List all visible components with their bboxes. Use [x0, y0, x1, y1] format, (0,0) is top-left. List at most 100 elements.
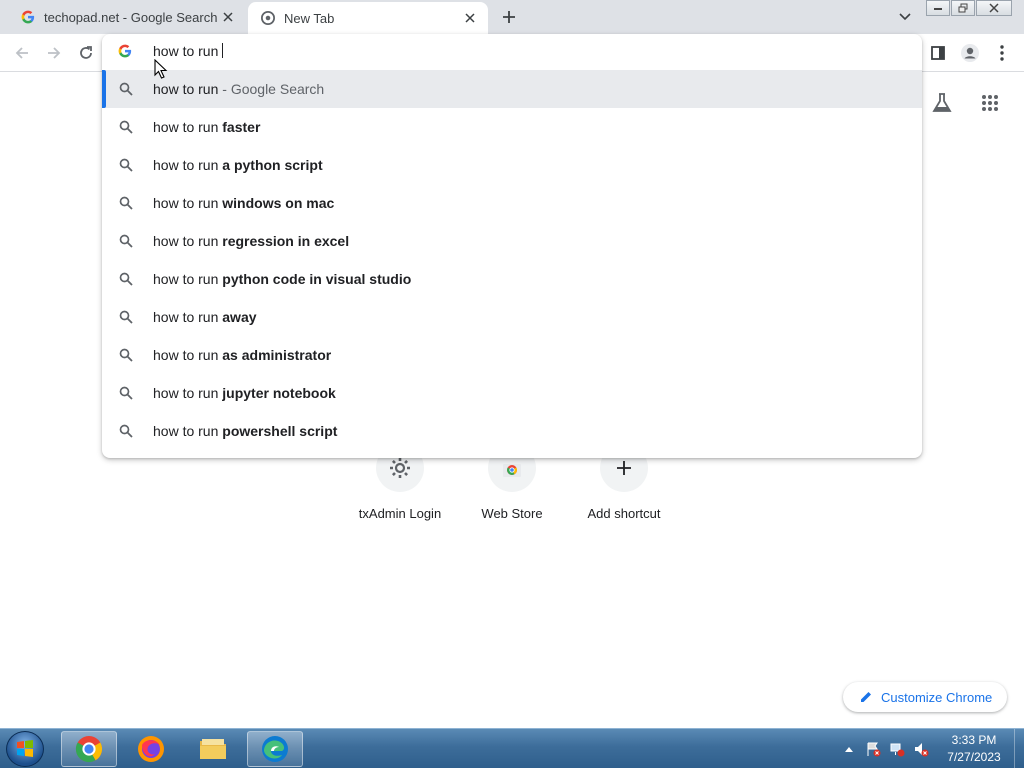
customize-label: Customize Chrome: [881, 689, 993, 705]
side-panel-icon[interactable]: [926, 41, 950, 65]
taskbar-chrome[interactable]: [61, 731, 117, 767]
windows-taskbar: 3:33 PM 7/27/2023: [0, 728, 1024, 768]
chrome-icon: [75, 736, 103, 763]
suggestion-prefix: how to run: [153, 385, 223, 401]
show-hidden-icons-icon[interactable]: [840, 740, 858, 758]
search-icon: [119, 310, 133, 324]
search-icon: [119, 234, 133, 248]
forward-button[interactable]: [42, 41, 66, 65]
chrome-icon: [260, 10, 276, 26]
suggestion-prefix: how to run: [153, 309, 223, 325]
suggestion-item[interactable]: how to run faster: [102, 108, 922, 146]
firefox-icon: [138, 736, 164, 762]
suggestion-prefix: how to run: [153, 81, 219, 97]
omnibox-dropdown: how to run how to run - Google Search how…: [102, 34, 922, 458]
suggestion-prefix: how to run: [153, 423, 223, 439]
suggestion-text: how to run away: [153, 309, 257, 325]
suggestion-item[interactable]: how to run - Google Search: [102, 70, 922, 108]
back-button[interactable]: [10, 41, 34, 65]
omnibox-text: how to run: [153, 43, 224, 59]
customize-chrome-button[interactable]: Customize Chrome: [843, 682, 1007, 712]
suggestion-item[interactable]: how to run regression in excel: [102, 222, 922, 260]
suggestion-text: how to run python code in visual studio: [153, 271, 411, 287]
menu-kebab-icon[interactable]: [990, 41, 1014, 65]
suggestion-list: how to run - Google Search how to run fas…: [102, 70, 922, 450]
suggestion-item[interactable]: how to run jupyter notebook: [102, 374, 922, 412]
minimize-button[interactable]: [926, 0, 950, 16]
show-desktop-button[interactable]: [1014, 729, 1024, 768]
text-caret: [222, 43, 224, 58]
shortcut-label: Web Store: [481, 506, 543, 521]
suggestion-text: how to run a python script: [153, 157, 323, 173]
suggestion-text: how to run faster: [153, 119, 260, 135]
suggestion-completion: away: [222, 309, 257, 325]
suggestion-text: how to run powershell script: [153, 423, 337, 439]
profile-avatar-icon[interactable]: [958, 41, 982, 65]
suggestion-text: how to run windows on mac: [153, 195, 334, 211]
search-icon: [119, 158, 133, 172]
close-tab-icon[interactable]: [218, 7, 238, 27]
reload-button[interactable]: [74, 41, 98, 65]
search-icon: [119, 272, 133, 286]
suggestion-text: how to run as administrator: [153, 347, 331, 363]
tab-search-chevron-icon[interactable]: [895, 7, 915, 27]
suggestion-completion: faster: [222, 119, 261, 135]
window-controls: [926, 0, 1012, 18]
tab-strip: techopad.net - Google Search New Tab: [0, 0, 1024, 34]
suggestion-prefix: how to run: [153, 119, 223, 135]
search-icon: [119, 82, 133, 96]
volume-muted-icon[interactable]: [912, 740, 930, 758]
suggestion-item[interactable]: how to run windows on mac: [102, 184, 922, 222]
search-icon: [119, 120, 133, 134]
suggestion-completion: regression in excel: [222, 233, 350, 249]
tab-title: New Tab: [284, 10, 335, 26]
suggestion-completion: as administrator: [222, 347, 332, 363]
suggestion-item[interactable]: how to run python code in visual studio: [102, 260, 922, 298]
taskbar-edge[interactable]: [247, 731, 303, 767]
labs-flask-icon[interactable]: [928, 89, 956, 117]
action-center-flag-icon[interactable]: [864, 740, 882, 758]
taskbar-file-explorer[interactable]: [185, 731, 241, 767]
restore-button[interactable]: [951, 0, 975, 16]
suggestion-completion: powershell script: [222, 423, 338, 439]
network-icon[interactable]: [888, 740, 906, 758]
google-apps-grid-icon[interactable]: [976, 89, 1004, 117]
tab-techopad[interactable]: techopad.net - Google Search: [8, 0, 246, 34]
close-window-button[interactable]: [976, 0, 1012, 16]
close-tab-icon[interactable]: [460, 8, 480, 28]
suggestion-prefix: how to run: [153, 157, 223, 173]
suggestion-text: how to run regression in excel: [153, 233, 349, 249]
search-icon: [119, 348, 133, 362]
suggestion-text: how to run - Google Search: [153, 81, 324, 97]
suggestion-text: how to run jupyter notebook: [153, 385, 336, 401]
suggestion-item[interactable]: how to run a python script: [102, 146, 922, 184]
shortcut-label: txAdmin Login: [358, 506, 442, 521]
tab-new-tab[interactable]: New Tab: [248, 2, 488, 34]
tab-title: techopad.net - Google Search: [44, 9, 218, 25]
search-icon: [119, 196, 133, 210]
suggestion-suffix: - Google Search: [218, 81, 325, 97]
omnibox-query: how to run: [153, 43, 219, 59]
taskbar-firefox[interactable]: [123, 731, 179, 767]
system-clock[interactable]: 3:33 PM 7/27/2023: [938, 732, 1010, 766]
pencil-icon: [859, 690, 873, 704]
clock-time: 3:33 PM: [951, 733, 997, 747]
omnibox-input[interactable]: how to run: [102, 34, 922, 70]
search-icon: [119, 386, 133, 400]
suggestion-prefix: how to run: [153, 271, 223, 287]
google-g-icon: [118, 44, 134, 60]
suggestion-item[interactable]: how to run away: [102, 298, 922, 336]
suggestion-prefix: how to run: [153, 195, 223, 211]
suggestion-prefix: how to run: [153, 233, 223, 249]
system-tray: [840, 729, 936, 768]
shortcut-label: Add shortcut: [587, 506, 661, 521]
suggestion-completion: a python script: [222, 157, 323, 173]
suggestion-completion: windows on mac: [222, 195, 335, 211]
new-tab-button[interactable]: [497, 5, 521, 29]
search-icon: [119, 424, 133, 438]
suggestion-item[interactable]: how to run powershell script: [102, 412, 922, 450]
mouse-cursor-icon: [154, 58, 168, 79]
start-button[interactable]: [6, 731, 44, 767]
suggestion-completion: jupyter notebook: [222, 385, 336, 401]
suggestion-item[interactable]: how to run as administrator: [102, 336, 922, 374]
